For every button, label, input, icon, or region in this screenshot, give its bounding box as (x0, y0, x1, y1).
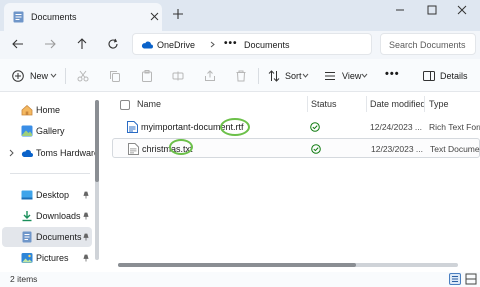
sidebar-item-pictures[interactable]: Pictures (2, 248, 92, 268)
delete-icon[interactable] (235, 70, 247, 82)
new-plus-icon[interactable] (12, 70, 24, 82)
breadcrumb-documents[interactable]: Documents (244, 40, 290, 50)
copy-icon[interactable] (109, 70, 121, 82)
onedrive-cloud-icon (141, 40, 153, 49)
column-divider[interactable] (307, 96, 308, 112)
sidebar-item-label: Gallery (36, 126, 65, 136)
sidebar-item-home[interactable]: Home (2, 100, 92, 120)
tab-title: Documents (31, 12, 77, 22)
cut-icon[interactable] (77, 70, 89, 82)
txt-file-icon (128, 143, 139, 155)
sidebar-item-gallery[interactable]: Gallery (2, 121, 92, 141)
sort-button[interactable]: Sort (285, 71, 302, 81)
folder-documents-icon (13, 11, 24, 23)
sidebar-item-label: Desktop (36, 190, 70, 200)
details-pane-icon[interactable] (423, 70, 435, 82)
file-date: 12/23/2023 ... (371, 144, 423, 154)
sidebar-scrollbar-thumb[interactable] (95, 100, 99, 182)
view-button[interactable]: View (342, 71, 361, 81)
cloud-folder-icon (21, 147, 33, 159)
new-button[interactable]: New (30, 71, 48, 81)
more-options-button[interactable]: ••• (385, 68, 400, 80)
share-icon[interactable] (204, 70, 216, 82)
column-header-type[interactable]: Type (429, 99, 449, 109)
toolbar-divider (258, 68, 259, 84)
chevron-down-icon[interactable] (302, 72, 309, 79)
desktop-icon (21, 189, 33, 201)
sidebar-item-toms-hardware[interactable]: Toms Hardware (2, 143, 99, 163)
view-icon[interactable] (324, 70, 336, 82)
synced-icon (311, 144, 321, 154)
paste-icon[interactable] (141, 70, 153, 82)
sidebar-item-label: Documents (36, 232, 82, 242)
rtf-file-icon (127, 121, 138, 133)
command-bar: New Sort View ••• Details (0, 59, 480, 92)
search-input[interactable]: Search Documents (389, 40, 466, 50)
rename-icon[interactable] (172, 70, 184, 82)
address-bar[interactable]: OneDrive ••• Documents (132, 33, 372, 55)
sidebar-item-label: Downloads (36, 211, 81, 221)
chevron-down-icon[interactable] (361, 72, 368, 79)
column-header-date-modified[interactable]: Date modified (370, 99, 426, 109)
sort-icon[interactable] (268, 70, 280, 82)
file-type: Rich Text Form (429, 122, 480, 132)
pictures-icon (21, 252, 33, 264)
tiles-view-icon[interactable] (465, 273, 477, 285)
chevron-right-icon[interactable] (209, 41, 216, 48)
file-list: Name Status Date modified Type myimporta… (104, 92, 480, 272)
sidebar-item-downloads[interactable]: Downloads (2, 206, 92, 226)
minimize-icon[interactable] (395, 5, 405, 15)
close-icon[interactable] (150, 12, 159, 21)
pin-icon (82, 191, 90, 199)
back-arrow-icon[interactable] (12, 38, 24, 50)
pin-icon (82, 233, 90, 241)
sidebar-item-desktop[interactable]: Desktop (2, 185, 92, 205)
up-arrow-icon[interactable] (76, 38, 88, 50)
item-count: 2 items (10, 274, 38, 284)
breadcrumb-onedrive[interactable]: OneDrive (157, 40, 195, 50)
column-divider[interactable] (424, 96, 425, 112)
navigation-bar: OneDrive ••• Documents Search Documents (0, 31, 480, 59)
file-date: 12/24/2023 ... (370, 122, 422, 132)
window-close-icon[interactable] (457, 5, 467, 15)
tab-documents[interactable]: Documents (4, 3, 162, 31)
sidebar-item-label: Pictures (36, 253, 69, 263)
maximize-icon[interactable] (427, 5, 437, 15)
sidebar-item-label: Toms Hardware (36, 148, 100, 158)
table-row[interactable]: myimportant-document.rtf 12/24/2023 ... … (112, 117, 480, 137)
refresh-icon[interactable] (107, 38, 119, 50)
file-type: Text Document (430, 144, 480, 154)
search-box[interactable]: Search Documents (380, 33, 476, 55)
column-header-name[interactable]: Name (137, 99, 161, 109)
column-header-status[interactable]: Status (311, 99, 337, 109)
sidebar-divider (10, 173, 90, 174)
highlight-circle (220, 118, 250, 136)
chevron-down-icon[interactable] (50, 72, 57, 79)
horizontal-scrollbar-thumb[interactable] (118, 263, 356, 267)
pin-icon (82, 254, 90, 262)
sidebar-item-documents[interactable]: Documents (2, 227, 92, 247)
toolbar-divider (65, 68, 66, 84)
synced-icon (310, 122, 320, 132)
forward-arrow-icon[interactable] (44, 38, 56, 50)
gallery-icon (21, 125, 33, 137)
table-row[interactable]: christmas.txt 12/23/2023 ... Text Docume… (112, 138, 480, 158)
sidebar-item-label: Home (36, 105, 61, 115)
home-icon (21, 104, 33, 116)
content-area: Home Gallery Toms Hardware Desktop Downl… (0, 92, 480, 272)
download-icon (21, 210, 33, 222)
breadcrumb-more[interactable]: ••• (224, 38, 238, 49)
select-all-checkbox[interactable] (120, 100, 130, 110)
highlight-circle (169, 139, 193, 155)
details-view-icon[interactable] (449, 273, 461, 285)
column-divider[interactable] (366, 96, 367, 112)
documents-icon (21, 231, 33, 243)
details-button[interactable]: Details (440, 71, 468, 81)
status-bar: 2 items (0, 272, 480, 287)
new-tab-icon[interactable] (172, 8, 184, 20)
chevron-right-icon[interactable] (8, 149, 15, 157)
pin-icon (82, 212, 90, 220)
